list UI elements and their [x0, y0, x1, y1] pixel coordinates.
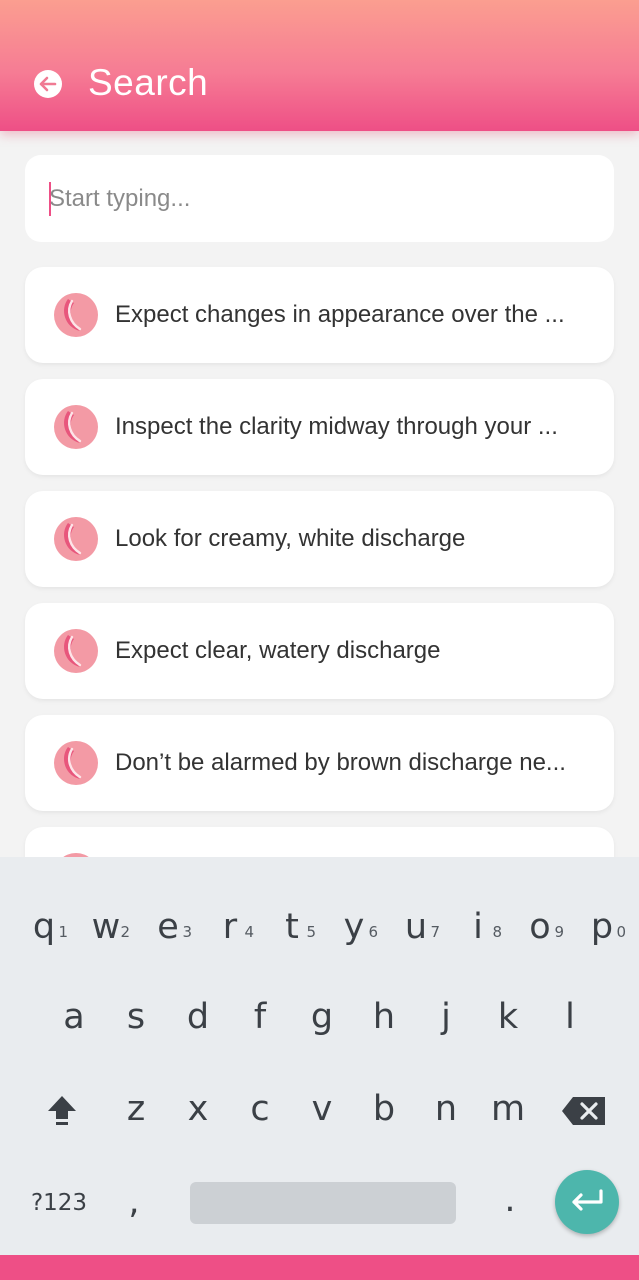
- key-label: v: [311, 1089, 333, 1129]
- key-l[interactable]: l: [542, 977, 598, 1057]
- key-f[interactable]: f: [232, 977, 288, 1057]
- key-label: ,: [128, 1182, 140, 1222]
- key-label: z: [126, 1089, 146, 1129]
- key-label: y: [343, 907, 365, 947]
- key-s[interactable]: s: [108, 977, 164, 1057]
- result-label: Expect clear, watery discharge: [115, 637, 441, 664]
- key-k[interactable]: k: [480, 977, 536, 1057]
- key-label: e: [157, 907, 179, 947]
- key-label: f: [253, 997, 267, 1037]
- enter-key[interactable]: [555, 1170, 619, 1234]
- period-key[interactable]: .: [482, 1162, 538, 1242]
- on-screen-keyboard: 1q 2w 3e 4r 5t 6y 7u 8i 9o 0p a s d f g …: [0, 857, 639, 1255]
- key-label: i: [473, 907, 483, 947]
- key-label: d: [186, 997, 210, 1037]
- key-label: q: [32, 907, 56, 947]
- key-o[interactable]: 9o: [512, 887, 568, 967]
- key-m[interactable]: m: [480, 1069, 536, 1149]
- key-label: o: [529, 907, 551, 947]
- key-label: .: [504, 1180, 516, 1220]
- key-label: x: [187, 1089, 209, 1129]
- key-u[interactable]: 7u: [388, 887, 444, 967]
- backspace-key[interactable]: [556, 1069, 612, 1149]
- key-e[interactable]: 3e: [140, 887, 196, 967]
- result-label: Expect changes in appearance over the ..…: [115, 301, 565, 328]
- app-bar: Search: [0, 0, 639, 131]
- result-label: Inspect the clarity midway through your …: [115, 413, 558, 440]
- key-p[interactable]: 0p: [574, 887, 630, 967]
- key-label: t: [285, 907, 299, 947]
- key-v[interactable]: v: [294, 1069, 350, 1149]
- key-label: j: [441, 997, 451, 1037]
- shift-arrow-icon: [48, 1096, 76, 1125]
- key-d[interactable]: d: [170, 977, 226, 1057]
- result-item[interactable]: Expect clear, watery discharge: [25, 603, 614, 699]
- page-title: Search: [88, 62, 209, 103]
- brand-logo-icon: [54, 293, 98, 337]
- result-label: Don’t be alarmed by brown discharge ne..…: [115, 749, 566, 776]
- key-label: b: [372, 1089, 396, 1129]
- key-label: h: [372, 997, 396, 1037]
- search-input[interactable]: [49, 181, 589, 217]
- key-label: r: [222, 907, 238, 947]
- arrow-left-icon: [39, 76, 57, 92]
- spacebar[interactable]: [190, 1182, 456, 1224]
- text-cursor: [49, 182, 51, 216]
- key-i[interactable]: 8i: [450, 887, 506, 967]
- symbols-key[interactable]: ?123: [24, 1162, 94, 1242]
- key-y[interactable]: 6y: [326, 887, 382, 967]
- result-item[interactable]: Don’t be alarmed by brown discharge ne..…: [25, 715, 614, 811]
- key-j[interactable]: j: [418, 977, 474, 1057]
- key-g[interactable]: g: [294, 977, 350, 1057]
- result-item[interactable]: Inspect the clarity midway through your …: [25, 379, 614, 475]
- back-arrow-icon[interactable]: [34, 70, 62, 98]
- key-label: k: [497, 997, 519, 1037]
- key-label: u: [404, 907, 428, 947]
- key-label: s: [126, 997, 146, 1037]
- key-b[interactable]: b: [356, 1069, 412, 1149]
- key-a[interactable]: a: [46, 977, 102, 1057]
- key-t[interactable]: 5t: [264, 887, 320, 967]
- key-label: w: [91, 907, 121, 947]
- backspace-icon: [562, 1097, 605, 1125]
- key-label: l: [565, 997, 575, 1037]
- brand-logo-icon: [54, 629, 98, 673]
- key-r[interactable]: 4r: [202, 887, 258, 967]
- key-label: m: [490, 1089, 526, 1129]
- key-label: g: [310, 997, 334, 1037]
- key-label: p: [590, 907, 614, 947]
- key-q[interactable]: 1q: [16, 887, 72, 967]
- key-n[interactable]: n: [418, 1069, 474, 1149]
- brand-logo-icon: [54, 405, 98, 449]
- brand-logo-icon: [54, 517, 98, 561]
- comma-key[interactable]: ,: [106, 1162, 162, 1242]
- search-box[interactable]: [25, 155, 614, 242]
- key-w[interactable]: 2w: [78, 887, 134, 967]
- brand-logo-icon: [54, 741, 98, 785]
- enter-return-icon: [572, 1189, 603, 1211]
- key-label: ?123: [30, 1190, 88, 1216]
- result-item[interactable]: Look for creamy, white discharge: [25, 491, 614, 587]
- key-z[interactable]: z: [108, 1069, 164, 1149]
- key-x[interactable]: x: [170, 1069, 226, 1149]
- key-h[interactable]: h: [356, 977, 412, 1057]
- key-c[interactable]: c: [232, 1069, 288, 1149]
- key-label: c: [250, 1089, 270, 1129]
- key-label: n: [434, 1089, 458, 1129]
- bottom-nav-bar: [0, 1255, 639, 1280]
- result-item[interactable]: Expect changes in appearance over the ..…: [25, 267, 614, 363]
- shift-key[interactable]: [34, 1069, 90, 1149]
- result-label: Look for creamy, white discharge: [115, 525, 466, 552]
- key-label: a: [63, 997, 85, 1037]
